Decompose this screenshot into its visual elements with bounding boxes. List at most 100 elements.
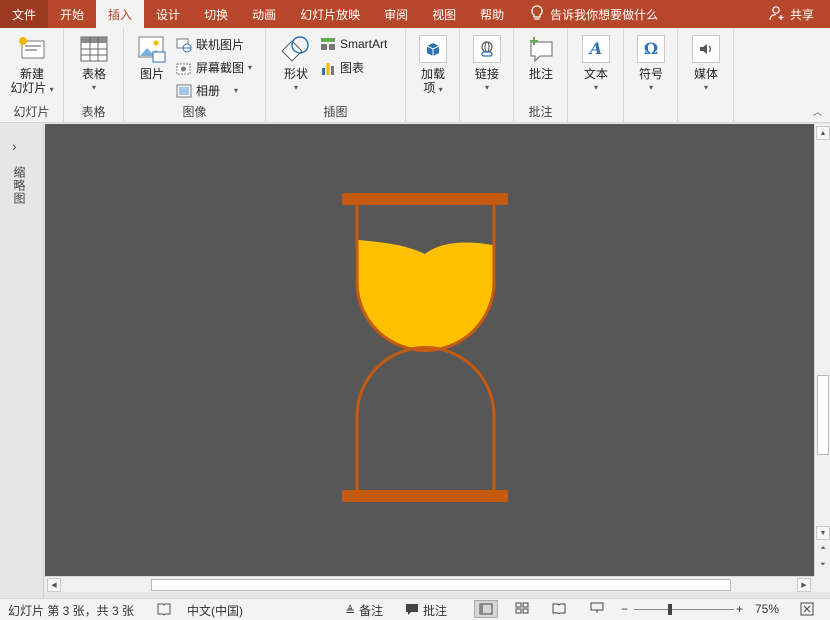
screenshot-button[interactable]: 屏幕截图 ▾ (176, 59, 252, 76)
chevron-down-icon: ▾ (49, 85, 54, 94)
scroll-right-icon[interactable]: ▶ (797, 578, 811, 592)
vertical-scrollbar[interactable]: ▲ ▼ ⏶ ⏷ (814, 124, 830, 576)
group-comments-label: 批注 (528, 105, 553, 119)
next-slide-icon[interactable]: ⏷ (816, 558, 830, 572)
notes-button[interactable]: ≜ 备注 (345, 602, 383, 619)
shapes-button[interactable]: 形状 ▾ (276, 34, 316, 95)
zoom-level[interactable]: 75% (755, 602, 779, 616)
vertical-scroll-thumb[interactable] (817, 375, 829, 455)
collapse-ribbon-icon[interactable]: ︿ (813, 105, 822, 118)
picture-icon (137, 34, 167, 64)
share-button[interactable]: 共享 (769, 0, 814, 28)
tab-animations[interactable]: 动画 (240, 0, 288, 28)
addins-icon (418, 34, 448, 64)
group-media: 媒体 ▾ (678, 28, 734, 123)
omega-icon: Ω (636, 34, 666, 64)
tab-insert[interactable]: 插入 (96, 0, 145, 28)
spellcheck-icon[interactable] (156, 602, 172, 616)
group-illustrations-label: 插图 (323, 105, 348, 119)
addins-button[interactable]: 加载 项 ▾ (416, 34, 450, 97)
slide-canvas[interactable] (45, 124, 814, 576)
zoom-in-icon[interactable]: + (736, 602, 743, 616)
chevron-down-icon: ▾ (293, 83, 298, 92)
reading-view-icon[interactable] (552, 602, 566, 614)
scrollbar-corner (814, 576, 830, 592)
zoom-slider-thumb[interactable] (668, 604, 672, 615)
comments-button[interactable]: 批注 (405, 602, 447, 619)
table-button[interactable]: 表格 ▾ (76, 34, 112, 95)
tell-me-search[interactable]: 告诉我你想要做什么 (522, 0, 666, 28)
tab-home[interactable]: 开始 (48, 0, 96, 28)
addins-label-1: 加载 (420, 67, 445, 81)
smartart-button[interactable]: SmartArt (320, 36, 387, 52)
text-icon: A (581, 34, 611, 64)
group-tables: 表格 ▾ 表格 (64, 28, 124, 123)
table-label: 表格 (81, 67, 106, 81)
chevron-down-icon: ▾ (248, 63, 253, 72)
tab-transitions[interactable]: 切换 (192, 0, 240, 28)
text-button[interactable]: A 文本 ▾ (579, 34, 613, 95)
scroll-left-icon[interactable]: ◀ (47, 578, 61, 592)
chevron-down-icon: ▾ (234, 86, 239, 95)
horizontal-scrollbar[interactable]: ◀ ▶ (45, 576, 814, 592)
speaker-icon (691, 34, 721, 64)
link-button[interactable]: 链接 ▾ (470, 34, 504, 95)
fit-to-window-icon[interactable] (800, 602, 814, 616)
thumbnail-pane: › 缩略图 (0, 124, 44, 598)
group-slides-label: 幻灯片 (13, 105, 50, 119)
chart-icon (320, 60, 336, 76)
chevron-down-icon: ▾ (703, 83, 708, 92)
tab-view[interactable]: 视图 (420, 0, 468, 28)
online-pictures-button[interactable]: 联机图片 (176, 36, 244, 53)
group-text: A 文本 ▾ (568, 28, 624, 123)
chart-label: 图表 (340, 61, 365, 75)
smartart-icon (320, 36, 336, 52)
text-label: 文本 (583, 67, 608, 81)
screenshot-icon (176, 60, 192, 76)
zoom-out-icon[interactable]: − (621, 602, 628, 616)
slide-sorter-icon[interactable] (515, 602, 529, 614)
photo-album-icon (176, 83, 192, 99)
expand-thumbnails-icon[interactable]: › (12, 138, 17, 154)
chart-button[interactable]: 图表 (320, 59, 364, 76)
lightbulb-icon (530, 4, 544, 24)
previous-slide-icon[interactable]: ⏶ (816, 542, 830, 556)
tab-file[interactable]: 文件 (0, 0, 49, 28)
notes-label: 备注 (359, 604, 384, 618)
slide-count: 幻灯片 第 3 张，共 3 张 (8, 604, 135, 618)
group-images: 图片 联机图片 屏幕截图 ▾ 相册 ▾ 图像 (124, 28, 266, 123)
shapes-icon (281, 34, 311, 64)
person-add-icon (769, 5, 785, 24)
media-button[interactable]: 媒体 ▾ (689, 34, 723, 95)
pictures-button[interactable]: 图片 (134, 34, 170, 81)
new-slide-icon (17, 34, 47, 64)
scroll-down-icon[interactable]: ▼ (816, 526, 830, 540)
normal-view-icon[interactable] (474, 600, 498, 618)
pictures-label: 图片 (139, 67, 164, 81)
horizontal-scroll-thumb[interactable] (151, 579, 731, 591)
notes-icon: ≜ (345, 603, 356, 618)
tell-me-text: 告诉我你想要做什么 (550, 7, 659, 22)
new-slide-label-1: 新建 (19, 67, 44, 81)
photo-album-label: 相册 (196, 84, 221, 98)
zoom-slider[interactable] (634, 609, 734, 610)
table-icon (79, 34, 109, 64)
addins-label-2: 项 (423, 81, 436, 95)
new-slide-button[interactable]: 新建 幻灯片 ▾ (8, 34, 56, 97)
language-indicator[interactable]: 中文(中国) (187, 602, 243, 619)
chevron-down-icon: ▾ (91, 83, 96, 92)
online-pictures-label: 联机图片 (196, 38, 245, 52)
symbols-button[interactable]: Ω 符号 ▾ (634, 34, 668, 95)
tab-help[interactable]: 帮助 (468, 0, 516, 28)
comment-button[interactable]: 批注 (524, 34, 558, 81)
slideshow-icon[interactable] (590, 602, 604, 614)
tab-design[interactable]: 设计 (144, 0, 192, 28)
photo-album-button[interactable]: 相册 ▾ (176, 82, 238, 99)
group-symbols: Ω 符号 ▾ (624, 28, 678, 123)
tab-slideshow[interactable]: 幻灯片放映 (288, 0, 372, 28)
tab-review[interactable]: 审阅 (372, 0, 420, 28)
link-label: 链接 (474, 67, 499, 81)
group-slides: 新建 幻灯片 ▾ 幻灯片 (0, 28, 64, 123)
scroll-up-icon[interactable]: ▲ (816, 126, 830, 140)
hourglass-graphic[interactable] (45, 124, 814, 576)
